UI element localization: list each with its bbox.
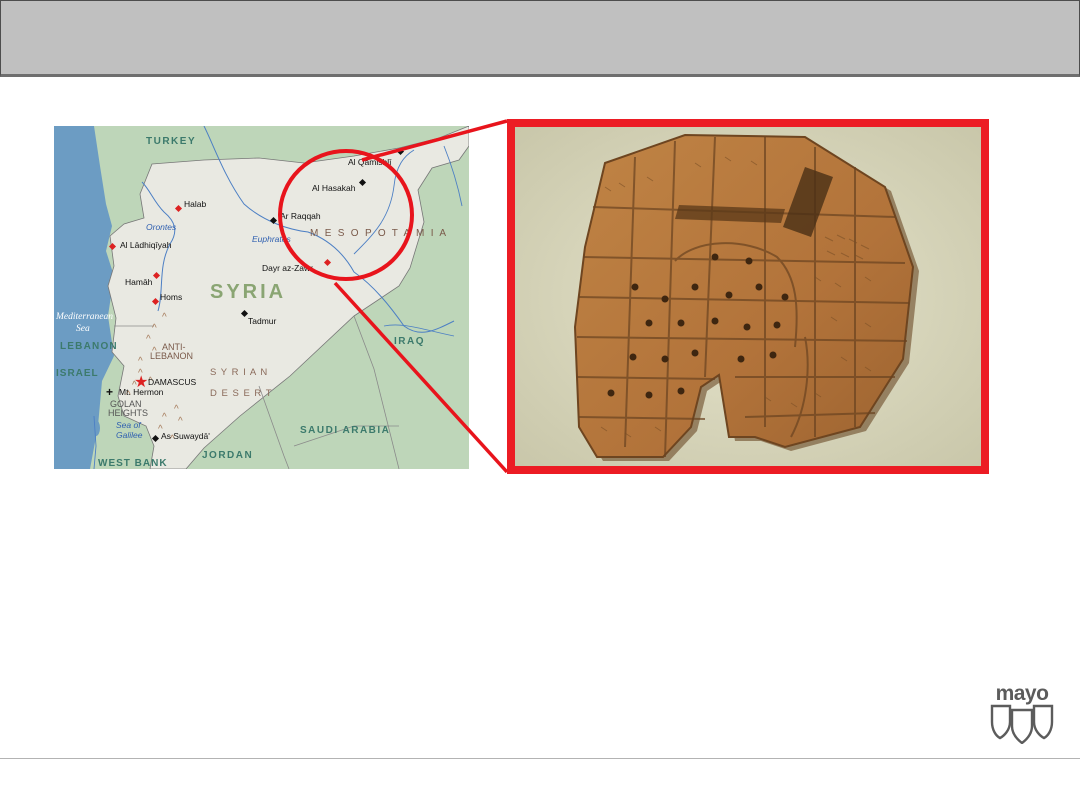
mayo-logo: mayo [982,682,1062,746]
svg-text:^: ^ [162,412,167,423]
label-hamah: Hamāh [125,277,153,287]
label-anti-lebanon: LEBANON [150,351,193,361]
label-israel: ISRAEL [56,368,99,379]
label-iraq: IRAQ [394,336,425,347]
tablet-photo-frame [507,119,989,474]
sea-of-galilee [92,420,100,436]
label-heights: HEIGHTS [108,408,148,418]
label-lebanon: LEBANON [60,341,118,352]
label-orontes: Orontes [146,222,177,232]
label-turkey: TURKEY [146,136,196,147]
clay-tablet-photo [515,127,981,466]
label-al-hasakah: Al Hasakah [312,183,356,193]
logo-shields-icon [990,704,1054,744]
label-west-bank: WEST BANK [98,458,168,469]
label-ar-raqqah: Ar Raqqah [280,211,321,221]
svg-text:^: ^ [178,416,183,427]
label-desert: D E S E R T [210,388,273,399]
svg-text:^: ^ [174,404,179,415]
svg-text:^: ^ [152,323,157,334]
label-tadmur: Tadmur [248,316,277,326]
label-sea-of: Sea of [116,420,142,430]
footer-divider [0,758,1080,759]
svg-text:^: ^ [146,334,151,345]
slide-title-bar [0,0,1080,77]
label-syria: SYRIA [210,281,286,303]
label-mt-hermon: Mt. Hermon [119,387,164,397]
label-jordan: JORDAN [202,450,253,461]
syria-map: ^ ^ ^ ^ ^ ^ ^ ^ ^ ^ ^ ^ ^ ^ TURKEY SYRIA LEBANO… [54,126,469,469]
logo-wordmark: mayo [995,682,1049,705]
label-damascus: DAMASCUS [148,377,197,387]
label-as-suwayda: As Suwaydā' [161,431,210,441]
label-mesopotamia: M E S O P O T A M I A [310,228,448,239]
label-halab: Halab [184,199,206,209]
label-mediterranean: Mediterranean [55,312,113,322]
svg-text:^: ^ [162,312,167,323]
label-saudi-arabia: SAUDI ARABIA [300,425,390,436]
label-al-ladhiqiyah: Al Lādhiqīyah [120,240,172,250]
label-sea: Sea [76,324,90,334]
label-homs: Homs [160,292,182,302]
svg-text:^: ^ [138,356,143,367]
label-syrian: S Y R I A N [210,367,268,378]
label-galilee: Galilee [116,430,143,440]
marker-mt-hermon: + [106,385,113,399]
